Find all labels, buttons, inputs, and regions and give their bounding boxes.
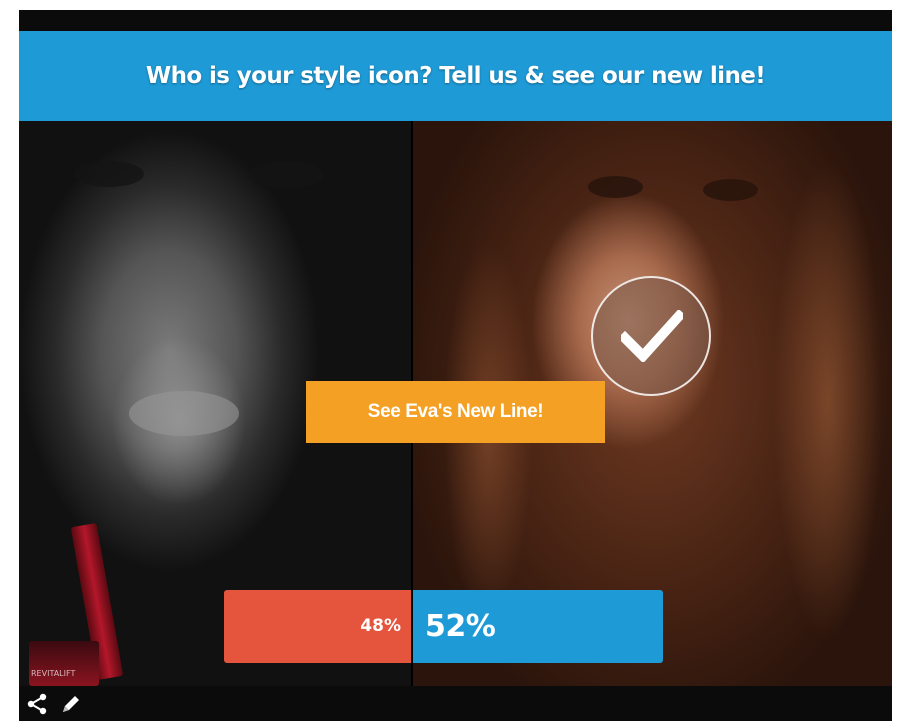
left-portrait-eye xyxy=(249,161,324,189)
result-bar-left: 48% xyxy=(224,590,411,663)
selected-check-badge[interactable] xyxy=(591,276,711,396)
result-bar-right: 52% xyxy=(413,590,663,663)
poll-footer xyxy=(19,686,892,721)
left-portrait-lips xyxy=(129,391,239,436)
hair-highlight xyxy=(773,161,883,641)
result-right-percent: 52% xyxy=(425,609,496,644)
poll-title: Who is your style icon? Tell us & see ou… xyxy=(145,63,766,89)
see-new-line-button[interactable]: See Eva's New Line! xyxy=(306,381,605,443)
right-portrait-eye xyxy=(588,176,643,198)
poll-widget: Who is your style icon? Tell us & see ou… xyxy=(19,10,892,721)
result-left-percent: 48% xyxy=(360,616,401,636)
product-label: REVITALIFT xyxy=(31,669,76,678)
right-portrait-eye xyxy=(703,179,758,201)
poll-header: Who is your style icon? Tell us & see ou… xyxy=(19,31,892,121)
share-icon[interactable] xyxy=(25,692,49,716)
left-portrait-eye xyxy=(74,161,144,187)
checkmark-icon xyxy=(621,310,683,362)
pencil-icon[interactable] xyxy=(59,692,83,716)
product-jar xyxy=(29,641,99,686)
